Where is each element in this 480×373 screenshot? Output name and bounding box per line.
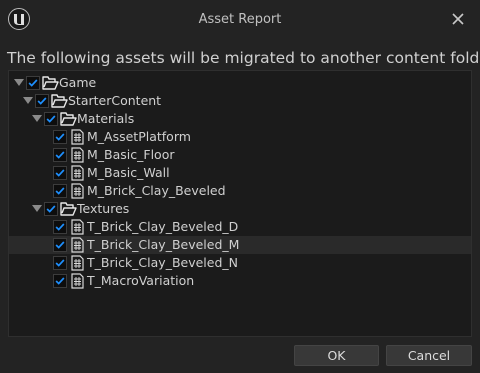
tree-item-label: M_Brick_Clay_Beveled <box>87 183 226 198</box>
tree-checkbox[interactable] <box>26 76 40 90</box>
asset-tree[interactable]: Game StarterContent Materials M_AssetPlatfo… <box>8 70 472 337</box>
file-icon <box>69 255 86 271</box>
tree-item-label: T_Brick_Clay_Beveled_M <box>87 237 240 252</box>
tree-item-row[interactable]: M_AssetPlatform <box>9 128 471 146</box>
checkmark-icon <box>55 133 65 141</box>
file-icon <box>69 273 86 289</box>
migration-message: The following assets will be migrated to… <box>7 49 480 67</box>
file-icon <box>69 165 86 181</box>
tree-item-row[interactable]: M_Brick_Clay_Beveled <box>9 182 471 200</box>
tree-item-row[interactable]: M_Basic_Wall <box>9 164 471 182</box>
tree-checkbox[interactable] <box>53 274 67 288</box>
checkmark-icon <box>55 259 65 267</box>
ok-button[interactable]: OK <box>294 345 379 366</box>
folder-icon <box>60 201 77 217</box>
tree-checkbox[interactable] <box>53 256 67 270</box>
close-icon[interactable] <box>450 11 466 27</box>
checkmark-icon <box>55 187 65 195</box>
tree-item-label: M_AssetPlatform <box>87 129 191 144</box>
expand-arrow-icon[interactable] <box>32 205 42 212</box>
tree-item-row[interactable]: T_Brick_Clay_Beveled_N <box>9 254 471 272</box>
tree-item-row[interactable]: T_Brick_Clay_Beveled_M <box>9 236 471 254</box>
folder-icon <box>60 111 77 127</box>
checkmark-icon <box>55 277 65 285</box>
folder-icon <box>42 75 59 91</box>
file-icon <box>69 147 86 163</box>
tree-checkbox[interactable] <box>53 166 67 180</box>
tree-checkbox[interactable] <box>53 148 67 162</box>
tree-item-label: Game <box>59 75 97 90</box>
tree-checkbox[interactable] <box>44 112 58 126</box>
file-icon <box>69 183 86 199</box>
tree-checkbox[interactable] <box>53 220 67 234</box>
file-icon <box>69 237 86 253</box>
tree-item-label: Materials <box>77 111 135 126</box>
checkmark-icon <box>55 169 65 177</box>
tree-checkbox[interactable] <box>53 238 67 252</box>
tree-item-row[interactable]: M_Basic_Floor <box>9 146 471 164</box>
tree-folder-row[interactable]: Materials <box>9 110 471 128</box>
tree-item-label: StarterContent <box>68 93 162 108</box>
title-bar: Asset Report <box>0 0 480 40</box>
tree-checkbox[interactable] <box>53 130 67 144</box>
file-icon <box>69 129 86 145</box>
checkmark-icon <box>55 241 65 249</box>
expand-arrow-icon[interactable] <box>32 115 42 122</box>
tree-folder-row[interactable]: Textures <box>9 200 471 218</box>
tree-item-label: T_MacroVariation <box>87 273 195 288</box>
expand-arrow-icon[interactable] <box>23 97 33 104</box>
checkmark-icon <box>55 151 65 159</box>
tree-item-label: Textures <box>77 201 130 216</box>
tree-checkbox[interactable] <box>53 184 67 198</box>
checkmark-icon <box>46 205 56 213</box>
tree-item-label: M_Basic_Floor <box>87 147 175 162</box>
window-title: Asset Report <box>198 12 282 27</box>
tree-item-label: T_Brick_Clay_Beveled_N <box>87 255 238 270</box>
tree-checkbox[interactable] <box>44 202 58 216</box>
checkmark-icon <box>28 79 38 87</box>
folder-icon <box>51 93 68 109</box>
checkmark-icon <box>37 97 47 105</box>
tree-item-label: T_Brick_Clay_Beveled_D <box>87 219 239 234</box>
tree-folder-row[interactable]: StarterContent <box>9 92 471 110</box>
checkmark-icon <box>46 115 56 123</box>
tree-item-row[interactable]: T_MacroVariation <box>9 272 471 290</box>
file-icon <box>69 219 86 235</box>
tree-item-row[interactable]: T_Brick_Clay_Beveled_D <box>9 218 471 236</box>
checkmark-icon <box>55 223 65 231</box>
tree-item-label: M_Basic_Wall <box>87 165 170 180</box>
cancel-button[interactable]: Cancel <box>386 345 472 366</box>
tree-folder-row[interactable]: Game <box>9 74 471 92</box>
expand-arrow-icon[interactable] <box>14 79 24 86</box>
tree-checkbox[interactable] <box>35 94 49 108</box>
